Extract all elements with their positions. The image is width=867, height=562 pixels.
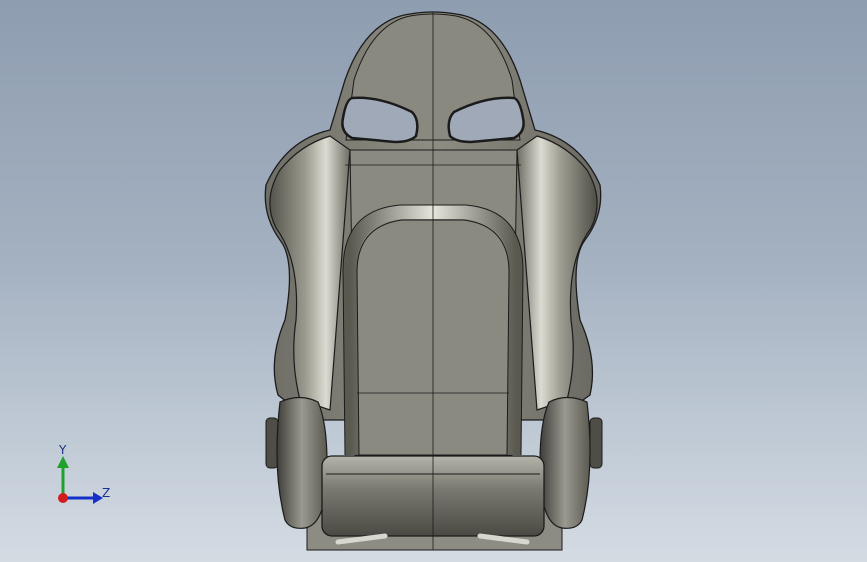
y-axis-head (57, 456, 69, 468)
z-axis-label: Z (102, 486, 111, 500)
graphics-viewport[interactable]: Y Z (0, 0, 867, 562)
right-leg-bolster (539, 396, 591, 529)
right-mount-bracket (589, 417, 603, 469)
left-leg-bolster (276, 396, 328, 529)
back-cushion-panel (349, 149, 518, 456)
triad-axes-icon (57, 456, 103, 504)
x-axis-point (58, 493, 68, 503)
left-mount-bracket (265, 417, 279, 469)
coordinate-triad: Y Z (40, 438, 130, 518)
y-axis-label: Y (59, 443, 67, 457)
racing-seat-model[interactable] (0, 0, 867, 562)
